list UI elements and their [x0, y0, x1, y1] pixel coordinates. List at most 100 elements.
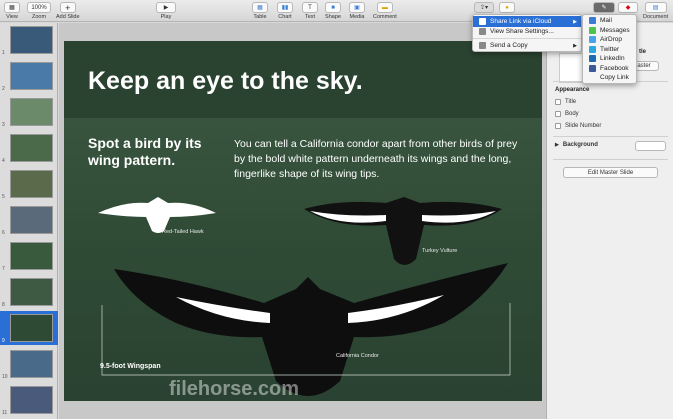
table-icon: ▦ — [252, 2, 268, 13]
body-checkbox-row[interactable]: Body — [555, 111, 579, 117]
table-button[interactable]: ▦ Table — [252, 2, 268, 20]
animate-button[interactable]: ◆ — [618, 2, 638, 13]
california-condor-silhouette[interactable] — [114, 263, 508, 396]
slide[interactable]: Keep an eye to the sky. Spot a bird by i… — [64, 41, 542, 401]
share-menu-item-label: View Share Settings... — [490, 28, 554, 35]
format-button[interactable]: ✎ — [593, 2, 615, 13]
table-label: Table — [253, 14, 267, 20]
text-button[interactable]: T Text — [302, 2, 318, 20]
label-turkey-vulture[interactable]: Turkey Vulture — [422, 248, 457, 254]
share-submenu-item[interactable]: LinkedIn — [583, 54, 636, 64]
play-label: Play — [160, 14, 172, 20]
background-section-toggle[interactable]: ▶ Background — [555, 142, 598, 148]
media-icon: ▣ — [349, 2, 365, 13]
slide-thumbnail-row[interactable]: 10 — [0, 347, 58, 381]
messages-icon — [589, 26, 596, 34]
media-label: Media — [349, 14, 365, 20]
label-red-tailed-hawk[interactable]: Red-Tailed Hawk — [162, 229, 204, 235]
change-master-label: aster — [637, 63, 651, 69]
twitter-icon — [589, 45, 596, 53]
slide-thumbnail[interactable] — [10, 242, 53, 270]
share-menu-item[interactable]: View Share Settings... — [473, 26, 581, 37]
settings-icon — [479, 28, 486, 35]
appearance-heading: Appearance — [555, 87, 590, 93]
chart-button[interactable]: ▮▮ Chart — [277, 2, 293, 20]
slide-number-checkbox[interactable] — [555, 123, 561, 129]
slide-number-checkbox-row[interactable]: Slide Number — [555, 123, 601, 129]
share-submenu-item[interactable]: Messages — [583, 26, 636, 36]
slide-thumbnail-row[interactable]: 6 — [0, 203, 58, 237]
share-menu-item[interactable]: Send a Copy ▶ — [473, 40, 581, 51]
document-button[interactable]: ▤ Document — [643, 2, 668, 20]
paintbrush-icon: ✎ — [593, 2, 615, 13]
slide-thumbnail[interactable] — [10, 170, 53, 198]
slide-number: 2 — [2, 86, 5, 92]
share-submenu: Mail Messages AirDrop Twitter LinkedIn Facebo… — [582, 14, 637, 84]
slide-thumbnail[interactable] — [10, 278, 53, 306]
tips-button[interactable]: ● — [499, 2, 515, 13]
slide-thumbnail-row[interactable]: 5 — [0, 167, 58, 201]
comment-button[interactable]: ▬ Comment — [373, 2, 397, 20]
zoom-label: Zoom — [31, 14, 47, 20]
slide-thumbnail[interactable] — [10, 134, 53, 162]
label-california-condor[interactable]: California Condor — [336, 353, 379, 359]
airdrop-icon — [589, 36, 596, 44]
add-slide-button[interactable]: + Add Slide — [56, 2, 80, 20]
red-tailed-hawk-silhouette[interactable] — [98, 197, 216, 233]
wingspan-label[interactable]: 9.5-foot Wingspan — [100, 363, 161, 370]
link-icon — [589, 74, 596, 81]
share-submenu-item-label: Messages — [600, 26, 630, 34]
slide-thumbnail-row[interactable]: 7 — [0, 239, 58, 273]
slide-number: 7 — [2, 266, 5, 272]
slide-thumbnail[interactable] — [10, 206, 53, 234]
title-option-label: Title — [565, 99, 577, 105]
slide-thumbnail[interactable] — [10, 350, 53, 378]
media-button[interactable]: ▣ Media — [349, 2, 365, 20]
linkedin-icon — [589, 55, 596, 63]
share-button[interactable]: ⇪▾ — [474, 2, 494, 13]
watermark: filehorse.com — [169, 378, 300, 400]
slide-number: 5 — [2, 194, 5, 200]
background-color-well[interactable] — [635, 141, 666, 151]
document-label: Document — [643, 14, 669, 20]
body-checkbox[interactable] — [555, 111, 561, 117]
slide-thumbnail-row[interactable]: 3 — [0, 95, 58, 129]
title-checkbox-row[interactable]: Title — [555, 99, 576, 105]
share-submenu-item[interactable]: AirDrop — [583, 35, 636, 45]
zoom-value: 100% — [27, 2, 51, 13]
slide-thumbnail-row[interactable]: 8 — [0, 275, 58, 309]
background-label: Background — [562, 142, 598, 148]
slide-thumbnail[interactable] — [10, 98, 53, 126]
view-menu[interactable]: ▦ View — [4, 2, 20, 20]
slide-thumbnail[interactable] — [10, 26, 53, 54]
zoom-menu[interactable]: 100% Zoom — [27, 2, 51, 20]
disclosure-triangle-icon: ▶ — [555, 142, 559, 148]
shape-icon: ■ — [325, 2, 341, 13]
title-checkbox[interactable] — [555, 99, 561, 105]
slide-number: 6 — [2, 230, 5, 236]
share-submenu-item[interactable]: Twitter — [583, 45, 636, 55]
shape-button[interactable]: ■ Shape — [325, 2, 341, 20]
slide-thumbnail[interactable] — [10, 314, 53, 342]
play-button[interactable]: ▶ Play — [156, 2, 176, 20]
slide-thumbnail-row[interactable]: 4 — [0, 131, 58, 165]
slide-thumbnail-row[interactable]: 1 — [0, 23, 58, 57]
slide-thumbnail[interactable] — [10, 62, 53, 90]
share-menu: Share Link via iCloud ▶ View Share Setting… — [472, 14, 582, 52]
edit-master-slide-button[interactable]: Edit Master Slide — [563, 167, 658, 178]
submenu-arrow-icon: ▶ — [573, 42, 577, 49]
slide-thumbnail[interactable] — [10, 386, 53, 414]
sidebar-icon: ▦ — [4, 2, 20, 13]
slide-thumbnail-row[interactable]: 11 — [0, 383, 58, 417]
menu-separator — [473, 38, 581, 39]
share-submenu-item[interactable]: Copy Link — [583, 73, 636, 83]
slide-thumbnail-row[interactable]: 2 — [0, 59, 58, 93]
turkey-vulture-silhouette[interactable] — [304, 197, 502, 265]
bulb-icon: ● — [499, 2, 515, 13]
share-submenu-item[interactable]: Mail — [583, 16, 636, 26]
mail-icon — [589, 17, 596, 25]
shape-label: Shape — [325, 14, 341, 20]
share-submenu-item-label: Twitter — [600, 45, 620, 53]
share-submenu-item[interactable]: Facebook — [583, 64, 636, 74]
slide-thumbnail-row[interactable]: 9 — [0, 311, 58, 345]
